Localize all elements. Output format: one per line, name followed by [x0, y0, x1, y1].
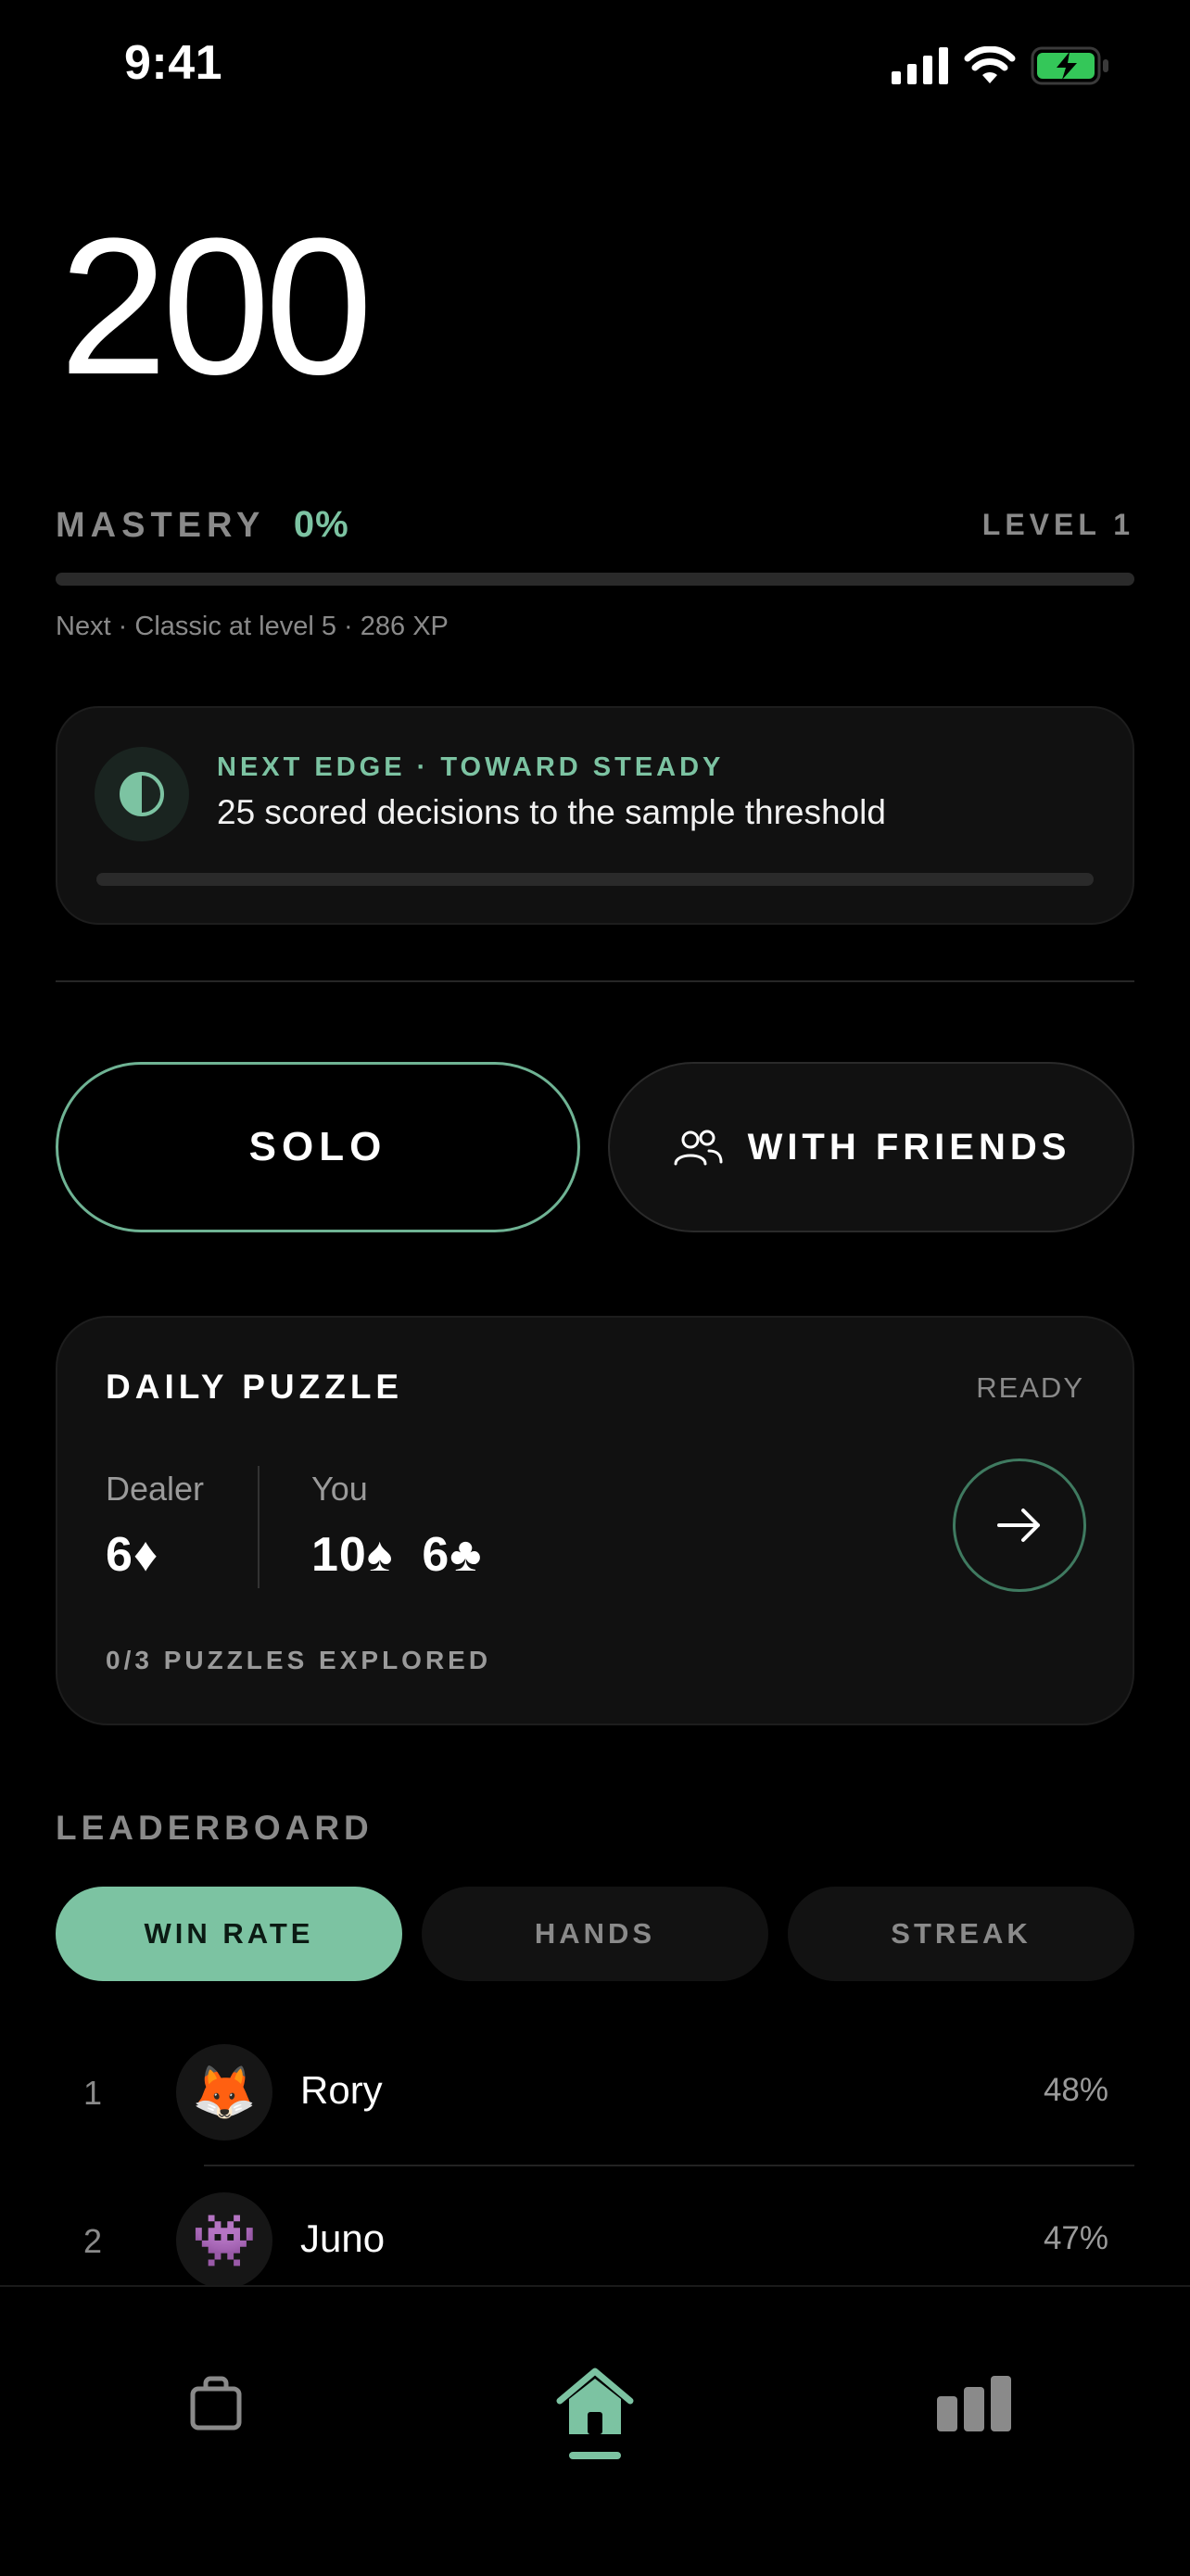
row-rank: 1 — [83, 2074, 103, 2112]
tab-streak-label: STREAK — [891, 1917, 1032, 1950]
mastery-progress-bar — [56, 573, 1134, 586]
tab-stats[interactable] — [923, 2352, 1025, 2454]
tab-shop[interactable] — [165, 2352, 267, 2454]
player-name: Rory — [300, 2068, 383, 2112]
next-edge-card[interactable]: NEXT EDGE · TOWARD STEADY 25 scored deci… — [56, 706, 1134, 925]
chip-balance: 200 — [59, 197, 373, 415]
solo-button-label: SOLO — [248, 1124, 387, 1169]
edge-icon-wrap — [95, 747, 189, 841]
daily-puzzle-status: READY — [976, 1371, 1084, 1404]
solo-button[interactable]: SOLO — [56, 1062, 580, 1232]
row-rank: 2 — [83, 2222, 103, 2260]
tab-win-rate[interactable]: WIN RATE — [56, 1887, 402, 1981]
you-label: You — [311, 1470, 368, 1508]
bottom-tab-bar — [0, 2285, 1190, 2576]
avatar: 👾 — [176, 2192, 272, 2289]
mastery-label: MASTERY — [56, 506, 266, 545]
player-stat: 48% — [1043, 2072, 1108, 2108]
status-icons — [892, 46, 1110, 85]
puzzles-explored: 0/3 PUZZLES EXPLORED — [106, 1646, 492, 1674]
with-friends-button[interactable]: WITH FRIENDS — [608, 1062, 1134, 1232]
next-unlock-text: Next · Classic at level 5 · 286 XP — [56, 612, 449, 641]
level-label: LEVEL 1 — [981, 508, 1134, 541]
stats-icon — [937, 2376, 1011, 2431]
dealer-cards: 6♦ — [106, 1528, 159, 1582]
player-name: Juno — [300, 2216, 386, 2260]
wifi-icon — [964, 46, 1016, 83]
daily-puzzle-title: DAILY PUZZLE — [106, 1368, 404, 1406]
play-puzzle-button[interactable] — [953, 1458, 1086, 1592]
mastery-row: MASTERY 0% LEVEL 1 — [56, 504, 1134, 546]
avatar: 🦊 — [176, 2044, 272, 2140]
edge-eyebrow: NEXT EDGE · TOWARD STEADY — [217, 752, 725, 782]
player-cards: 10♠ 6♣ — [311, 1528, 483, 1582]
with-friends-label: WITH FRIENDS — [747, 1126, 1071, 1168]
tab-streak[interactable]: STREAK — [788, 1887, 1134, 1981]
player-stat: 47% — [1043, 2220, 1108, 2256]
arrow-right-icon — [997, 1509, 1040, 1542]
fox-avatar-icon: 🦊 — [192, 2063, 257, 2121]
active-tab-indicator — [569, 2452, 621, 2459]
edge-description: 25 scored decisions to the sample thresh… — [217, 793, 886, 831]
half-circle-icon — [120, 772, 164, 816]
dealer-label: Dealer — [106, 1470, 205, 1508]
people-icon — [674, 1130, 723, 1166]
section-divider — [56, 980, 1134, 982]
tab-home[interactable] — [544, 2352, 646, 2454]
hand-divider — [258, 1466, 260, 1588]
tab-hands[interactable]: HANDS — [422, 1887, 768, 1981]
battery-icon — [1031, 46, 1108, 85]
signal-icon — [892, 47, 948, 84]
daily-puzzle-card[interactable]: DAILY PUZZLE READY Dealer 6♦ You 10♠ 6♣ … — [56, 1316, 1134, 1725]
leaderboard-title: LEADERBOARD — [56, 1809, 373, 1847]
leaderboard-row[interactable]: 1 🦊 Rory 48% — [56, 2018, 1134, 2166]
mastery-percent: 0% — [293, 504, 349, 545]
home-icon — [556, 2368, 634, 2434]
tab-hands-label: HANDS — [534, 1917, 656, 1950]
edge-progress-bar — [96, 873, 1094, 886]
bag-icon — [190, 2376, 242, 2431]
mastery-heading: MASTERY 0% — [56, 504, 349, 546]
alien-avatar-icon: 👾 — [192, 2211, 257, 2269]
status-time: 9:41 — [124, 36, 223, 90]
tab-win-rate-label: WIN RATE — [144, 1917, 314, 1950]
